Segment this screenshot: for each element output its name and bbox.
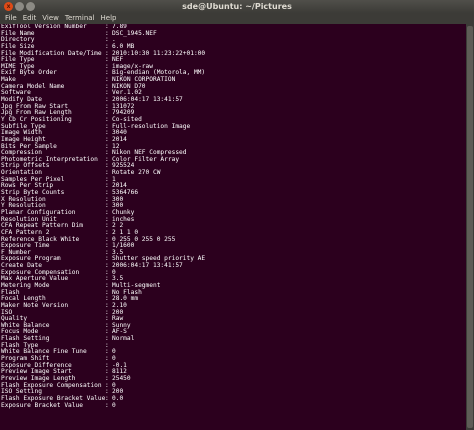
terminal-line: Metering Mode: Multi-segment: [0, 282, 466, 290]
terminal-line: File Name: DSC_1945.NEF: [0, 30, 466, 38]
terminal-line: White Balance Fine Tune:0: [0, 349, 466, 356]
terminal-line: X Resolution:300: [0, 196, 466, 204]
tag-value: 0: [112, 401, 116, 409]
menu-terminal[interactable]: Terminal: [64, 13, 96, 24]
terminal-line: Planar Configuration: Chunky: [0, 209, 466, 217]
terminal-line: Make: NIKON CORPORATION: [0, 76, 466, 84]
title-bar[interactable]: x sde@Ubuntu: ~/Pictures: [0, 0, 474, 14]
terminal-line: Camera Model Name: NIKON D70: [0, 83, 466, 91]
terminal-line: Samples Per Pixel:1: [0, 176, 466, 184]
terminal-line: Max Aperture Value:3.5: [0, 276, 466, 283]
terminal-line: Bits Per Sample:12: [0, 143, 466, 151]
terminal-line: Image Width:3040: [0, 130, 466, 137]
terminal-line: File Type: NEF: [0, 57, 466, 64]
terminal-line: Quality: Raw: [0, 316, 466, 323]
terminal-line: Exposure Program: Shutter speed priority …: [0, 256, 466, 263]
window-title: sde@Ubuntu: ~/Pictures: [182, 2, 292, 11]
terminal-line: ISO:200: [0, 309, 466, 317]
terminal-line: Exif Byte Order: Big-endian (Motorola, MM…: [0, 70, 466, 77]
terminal-line: Exposure Time:1/1600: [0, 242, 466, 250]
menu-bar: File Edit View Terminal Help: [0, 13, 474, 24]
terminal-line: Software: Ver.1.02: [0, 90, 466, 97]
terminal-window: x sde@Ubuntu: ~/Pictures File Edit View …: [0, 0, 474, 430]
tag-name: Exposure Bracket Value: [1, 401, 83, 409]
terminal-line: Y Cb Cr Positioning: Co-sited: [0, 116, 466, 124]
terminal-line: Exposure Bracket Value:0: [0, 401, 466, 410]
menu-view[interactable]: View: [41, 13, 60, 24]
terminal-line: Strip Offsets:925524: [0, 163, 466, 170]
terminal-line: File Modification Date/Time:2010:10:30 1…: [0, 50, 466, 58]
terminal-line: Maker Note Version:2.10: [0, 302, 466, 310]
terminal-line: Photometric Interpretation: Color Filter …: [0, 156, 466, 164]
terminal-line: Orientation: Rotate 270 CW: [0, 169, 466, 177]
menu-file[interactable]: File: [4, 13, 18, 24]
menu-help[interactable]: Help: [100, 13, 118, 24]
terminal-line: Rows Per Strip:2014: [0, 183, 466, 190]
scrollbar-thumb[interactable]: [467, 26, 473, 428]
terminal-line: Flash Exposure Compensation:0: [0, 382, 466, 390]
terminal-line: Subfile Type: Full-resolution Image: [0, 123, 466, 131]
terminal-output[interactable]: ExifTool Version Number:7.89 File Name: DS…: [0, 24, 466, 430]
separator: :: [105, 401, 109, 409]
terminal-line: Strip Byte Counts:5364766: [0, 189, 466, 197]
terminal-line: Flash: No Flash: [0, 289, 466, 297]
vertical-scrollbar[interactable]: [466, 24, 474, 430]
terminal-line: Modify Date:2006:04:17 13:41:57: [0, 96, 466, 104]
terminal-line: Reference Black White:0 255 0 255 0 255: [0, 236, 466, 244]
terminal-line: White Balance: Sunny: [0, 322, 466, 330]
terminal-line: CFA Repeat Pattern Dim:2 2: [0, 223, 466, 230]
menu-edit[interactable]: Edit: [22, 13, 38, 24]
terminal-line: Focal Length:28.0 mm: [0, 296, 466, 303]
terminal-line: Flash Setting: Normal: [0, 335, 466, 343]
terminal-line: Image Height:2014: [0, 136, 466, 144]
terminal-line: Exposure Compensation:0: [0, 269, 466, 277]
terminal-line: ExifTool Version Number:7.89: [0, 24, 466, 31]
terminal-line: Directory:.: [0, 37, 466, 44]
terminal-line: Focus Mode: AF-S: [0, 329, 466, 336]
terminal-line: MIME Type: image/x-raw: [0, 63, 466, 71]
terminal-line: F Number:3.5: [0, 249, 466, 257]
